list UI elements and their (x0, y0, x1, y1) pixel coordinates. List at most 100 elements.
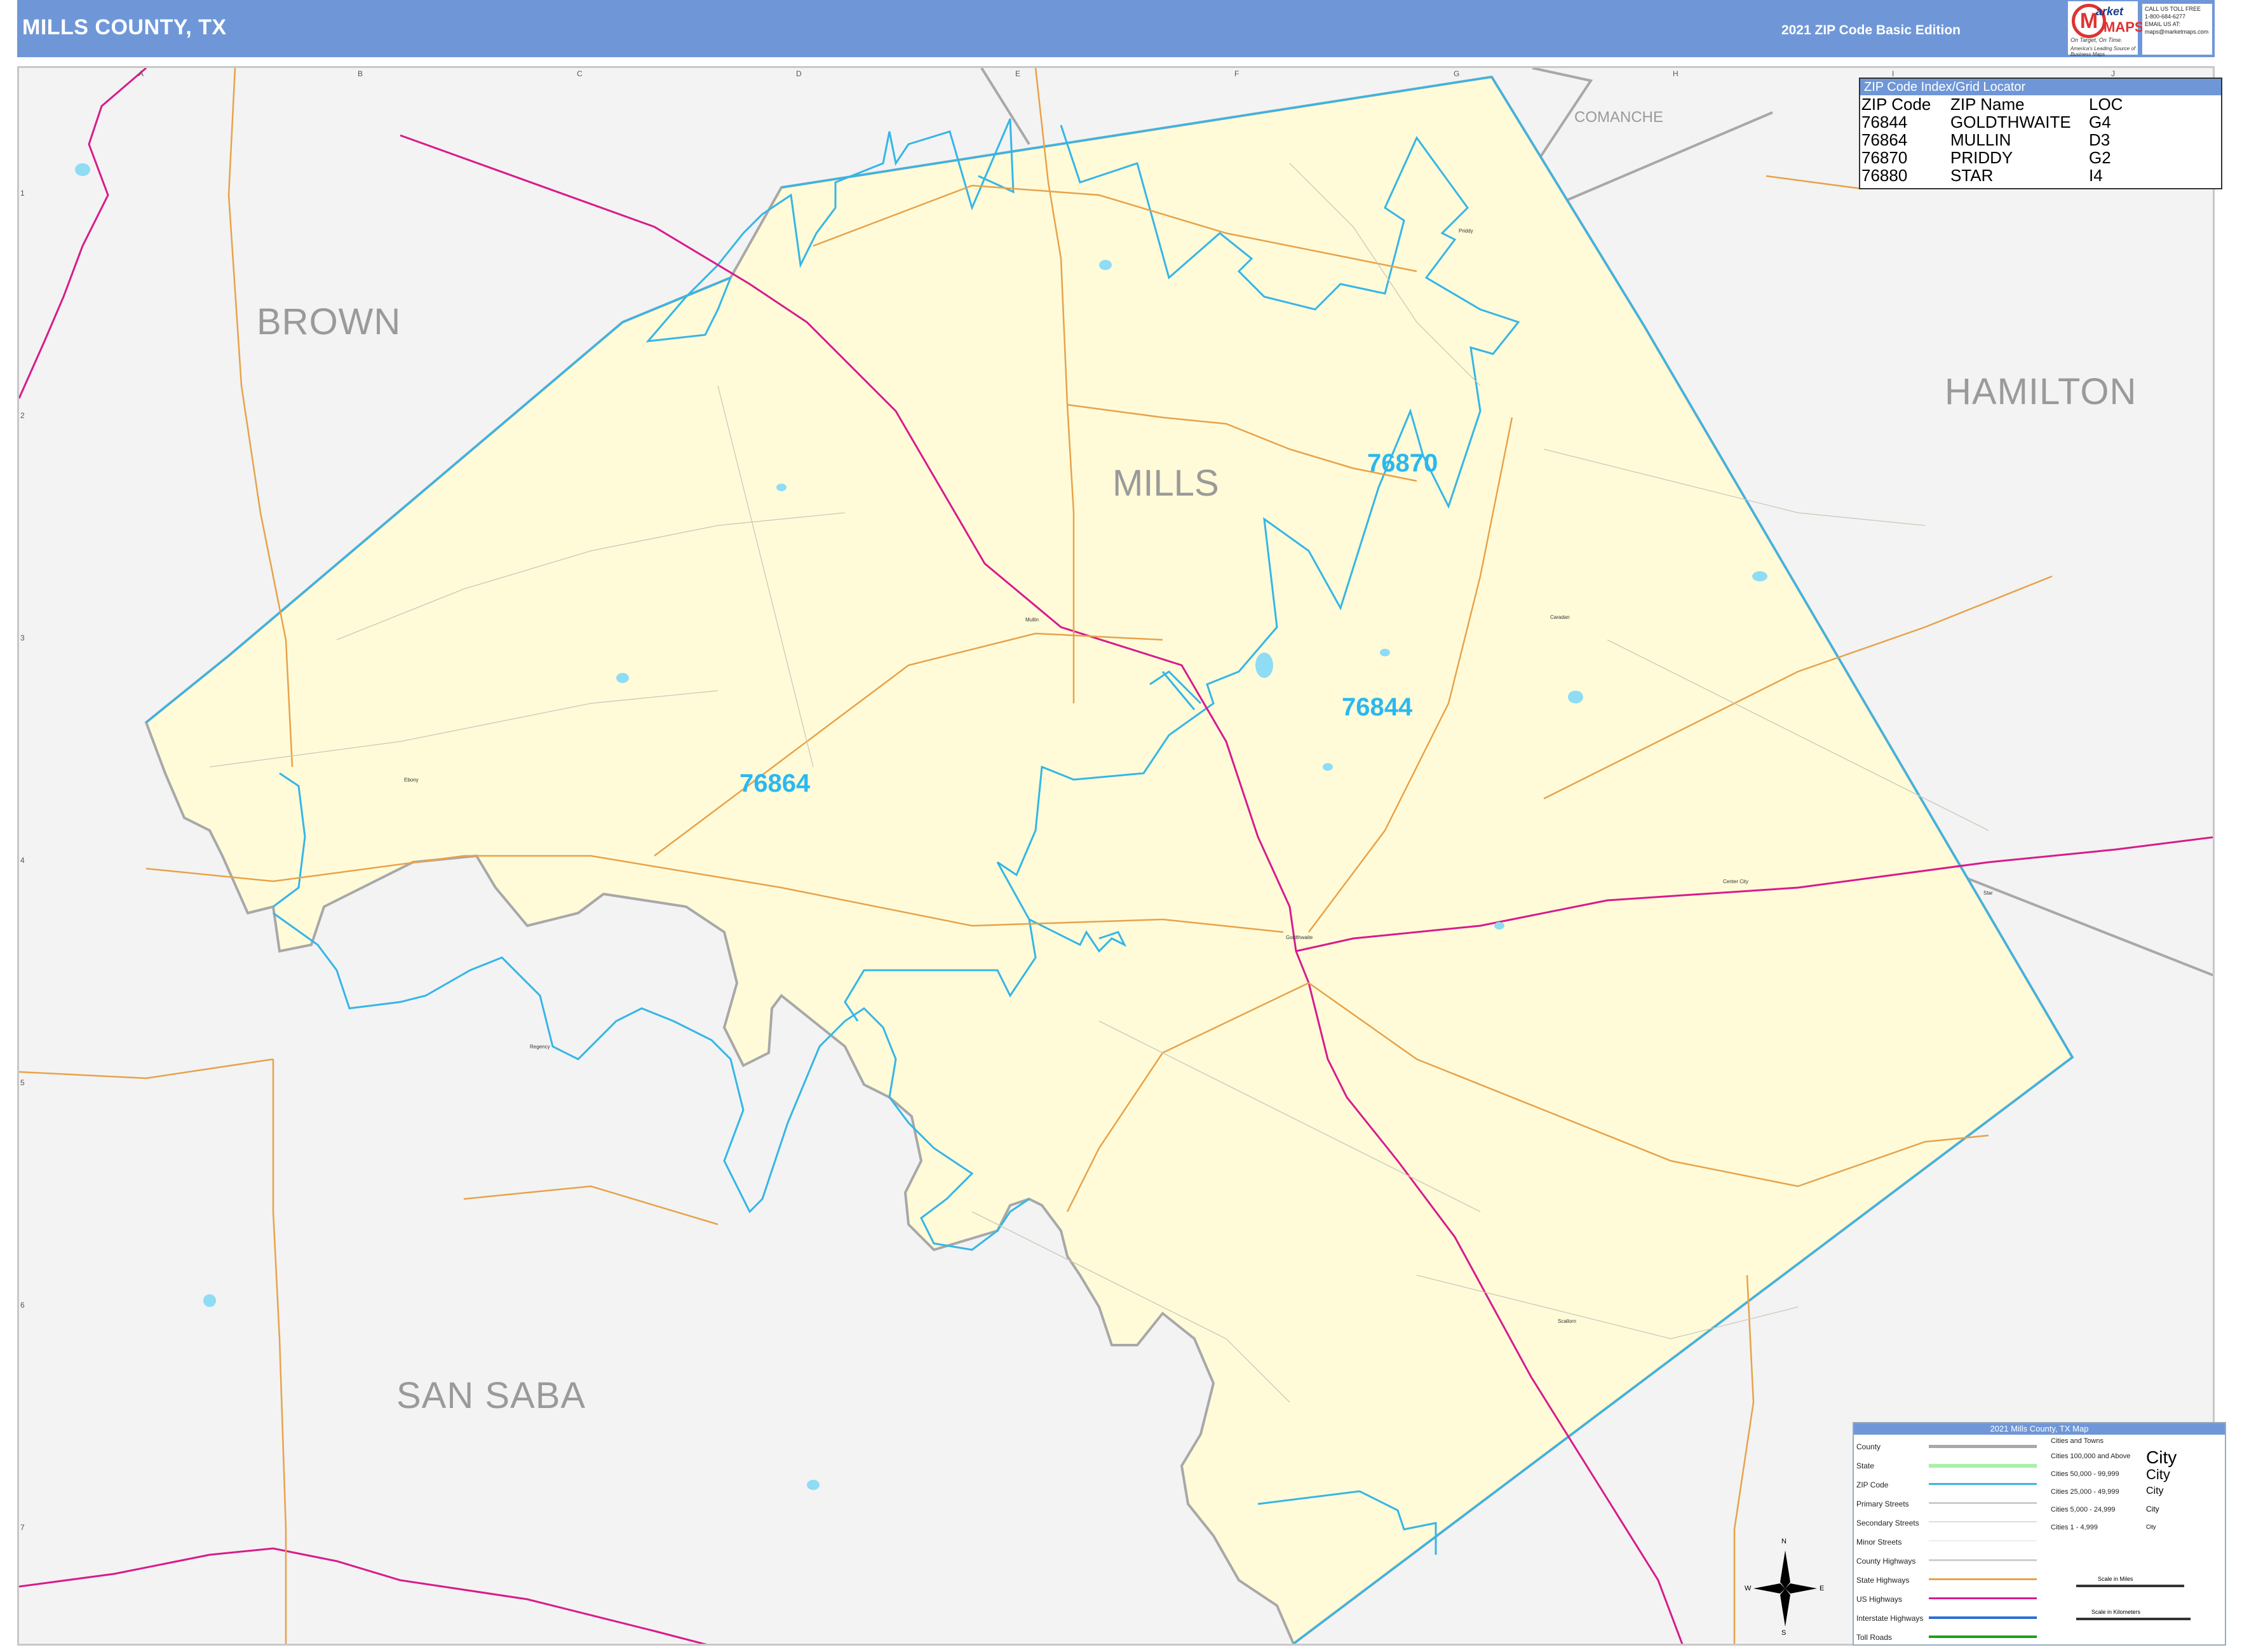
town-label: Caradan (1550, 614, 1570, 620)
grid-row-label: 2 (20, 411, 25, 420)
town-label: Mullin (1025, 617, 1039, 623)
table-header-row: ZIP Code ZIP Name LOC (1861, 95, 2123, 113)
header-bar: MILLS COUNTY, TX 2021 ZIP Code Basic Edi… (17, 0, 2215, 57)
zip-index-grid: ZIP Code ZIP Name LOC 76844 GOLDTHWAITE … (1861, 95, 2123, 184)
legend-item-toll: Toll Roads (1856, 1633, 1893, 1642)
compass-s: S (1781, 1629, 1786, 1637)
contact-info: CALL US TOLL FREE 1-800-684-6277 EMAIL U… (2142, 4, 2212, 55)
zip-code-cell: 76870 (1861, 148, 1908, 167)
compass-e: E (1820, 1585, 1825, 1592)
grid-column-label: B (358, 69, 363, 78)
scale-bar-miles (2076, 1585, 2184, 1587)
column-header: ZIP Name (1950, 95, 2025, 114)
town-label: Star (1983, 890, 1993, 896)
compass-icon (1753, 1550, 1817, 1627)
zip-name-cell: PRIDDY (1950, 148, 2013, 167)
loc-cell: D3 (2089, 130, 2110, 149)
grid-column-label: F (1234, 69, 1239, 78)
legend-city-sample: City (2146, 1486, 2164, 1496)
grid-column-label: I (1892, 69, 1894, 78)
county-label-san-saba: SAN SABA (396, 1375, 586, 1416)
legend-swatch-county-hwy (1929, 1559, 2037, 1561)
legend-item-county: County (1856, 1442, 1881, 1451)
legend-swatch-interstate (1929, 1616, 2037, 1619)
contact-line: CALL US TOLL FREE (2145, 6, 2201, 12)
table-row[interactable]: 76870 PRIDDY G2 (1861, 149, 2123, 166)
zip-label-76844[interactable]: 76844 (1342, 693, 1412, 722)
town-label: Regency (530, 1044, 550, 1050)
scale-bar-km (2076, 1618, 2191, 1620)
edition-label: 2021 ZIP Code Basic Edition (1781, 23, 1961, 37)
county-label-comanche: COMANCHE (1574, 109, 1664, 126)
legend-item-interstate: Interstate Highways (1856, 1614, 1924, 1623)
legend-swatch-minor (1929, 1540, 2037, 1541)
legend-city-sample: City (2146, 1524, 2156, 1530)
grid-row-label: 6 (20, 1301, 25, 1310)
logo-brand-top: arket (2096, 5, 2124, 18)
legend-item-state-hwy: State Highways (1856, 1576, 1910, 1585)
zip-name-cell: MULLIN (1950, 130, 2011, 149)
map-canvas[interactable]: A B C D E F G H I J 1 2 3 4 5 6 7 BROWN … (17, 66, 2215, 1646)
table-row[interactable]: 76864 MULLIN D3 (1861, 131, 2123, 149)
grid-row-label: 5 (20, 1078, 25, 1087)
grid-column-label: A (138, 69, 144, 78)
zip-code-cell: 76864 (1861, 130, 1908, 149)
legend-city-sample: City (2146, 1466, 2170, 1482)
legend-city-tier: Cities 25,000 - 49,999 (2051, 1488, 2119, 1496)
town-label: Center City (1723, 879, 1749, 884)
grid-column-label: E (1015, 69, 1021, 78)
legend-item-zip: ZIP Code (1856, 1480, 1889, 1489)
map-title: MILLS COUNTY, TX (22, 15, 227, 39)
logo-tagline: On Target, On Time. (2070, 37, 2123, 43)
compass-n: N (1781, 1538, 1786, 1545)
table-row[interactable]: 76844 GOLDTHWAITE G4 (1861, 113, 2123, 131)
grid-row-label: 7 (20, 1523, 25, 1532)
legend-swatch-zip (1929, 1483, 2037, 1485)
column-header: ZIP Code (1861, 95, 1931, 114)
legend-swatch-county (1929, 1445, 2037, 1448)
legend-city-tier: Cities 1 - 4,999 (2051, 1524, 2098, 1531)
grid-row-label: 4 (20, 856, 25, 865)
legend-swatch-state (1929, 1464, 2037, 1468)
legend-item-minor: Minor Streets (1856, 1538, 1902, 1547)
zip-code-cell: 76880 (1861, 166, 1908, 185)
town-label: Scallorn (1558, 1318, 1576, 1324)
town-label: Priddy (1459, 228, 1473, 234)
zip-index-table: ZIP Code Index/Grid Locator ZIP Code ZIP… (1859, 78, 2222, 189)
legend-city-tier: Cities 50,000 - 99,999 (2051, 1470, 2119, 1478)
grid-column-label: D (796, 69, 802, 78)
compass-w: W (1745, 1585, 1752, 1592)
legend-item-county-hwy: County Highways (1856, 1557, 1916, 1566)
zip-code-cell: 76844 (1861, 112, 1908, 132)
town-label: Ebony (404, 777, 419, 783)
legend-city-sample: City (2146, 1505, 2159, 1513)
county-label-brown: BROWN (257, 301, 402, 342)
loc-cell: G4 (2089, 112, 2111, 132)
grid-column-label: J (2111, 69, 2115, 78)
legend-swatch-primary (1929, 1502, 2037, 1504)
legend-item-secondary: Secondary Streets (1856, 1519, 1919, 1527)
legend-swatch-secondary (1929, 1521, 2037, 1522)
legend-swatch-us-hwy (1929, 1597, 2037, 1599)
scale-miles-label: Scale in Miles (2098, 1576, 2133, 1582)
loc-cell: I4 (2089, 166, 2103, 185)
contact-line: 1-800-684-6277 (2145, 13, 2186, 20)
legend-item-us-hwy: US Highways (1856, 1595, 1903, 1604)
market-maps-logo[interactable]: M arket MAPS On Target, On Time. America… (2068, 1, 2144, 57)
contact-line: EMAIL US AT: (2145, 21, 2181, 27)
zip-label-76864[interactable]: 76864 (739, 769, 810, 798)
column-header: LOC (2089, 95, 2123, 114)
legend-title: 2021 Mills County, TX Map (1854, 1423, 2225, 1435)
legend-swatch-toll (1929, 1635, 2037, 1638)
zip-label-76870[interactable]: 76870 (1367, 449, 1438, 478)
grid-row-label: 3 (20, 633, 25, 642)
loc-cell: G2 (2089, 148, 2111, 167)
grid-column-label: G (1454, 69, 1460, 78)
legend-cities-title: Cities and Towns (2051, 1437, 2104, 1445)
legend-city-tier: Cities 100,000 and Above (2051, 1452, 2131, 1460)
scale-km-label: Scale in Kilometers (2091, 1609, 2141, 1615)
table-row[interactable]: 76880 STAR I4 (1861, 166, 2123, 184)
grid-column-label: H (1673, 69, 1678, 78)
zip-name-cell: GOLDTHWAITE (1950, 112, 2071, 132)
zip-index-title: ZIP Code Index/Grid Locator (1860, 79, 2221, 95)
